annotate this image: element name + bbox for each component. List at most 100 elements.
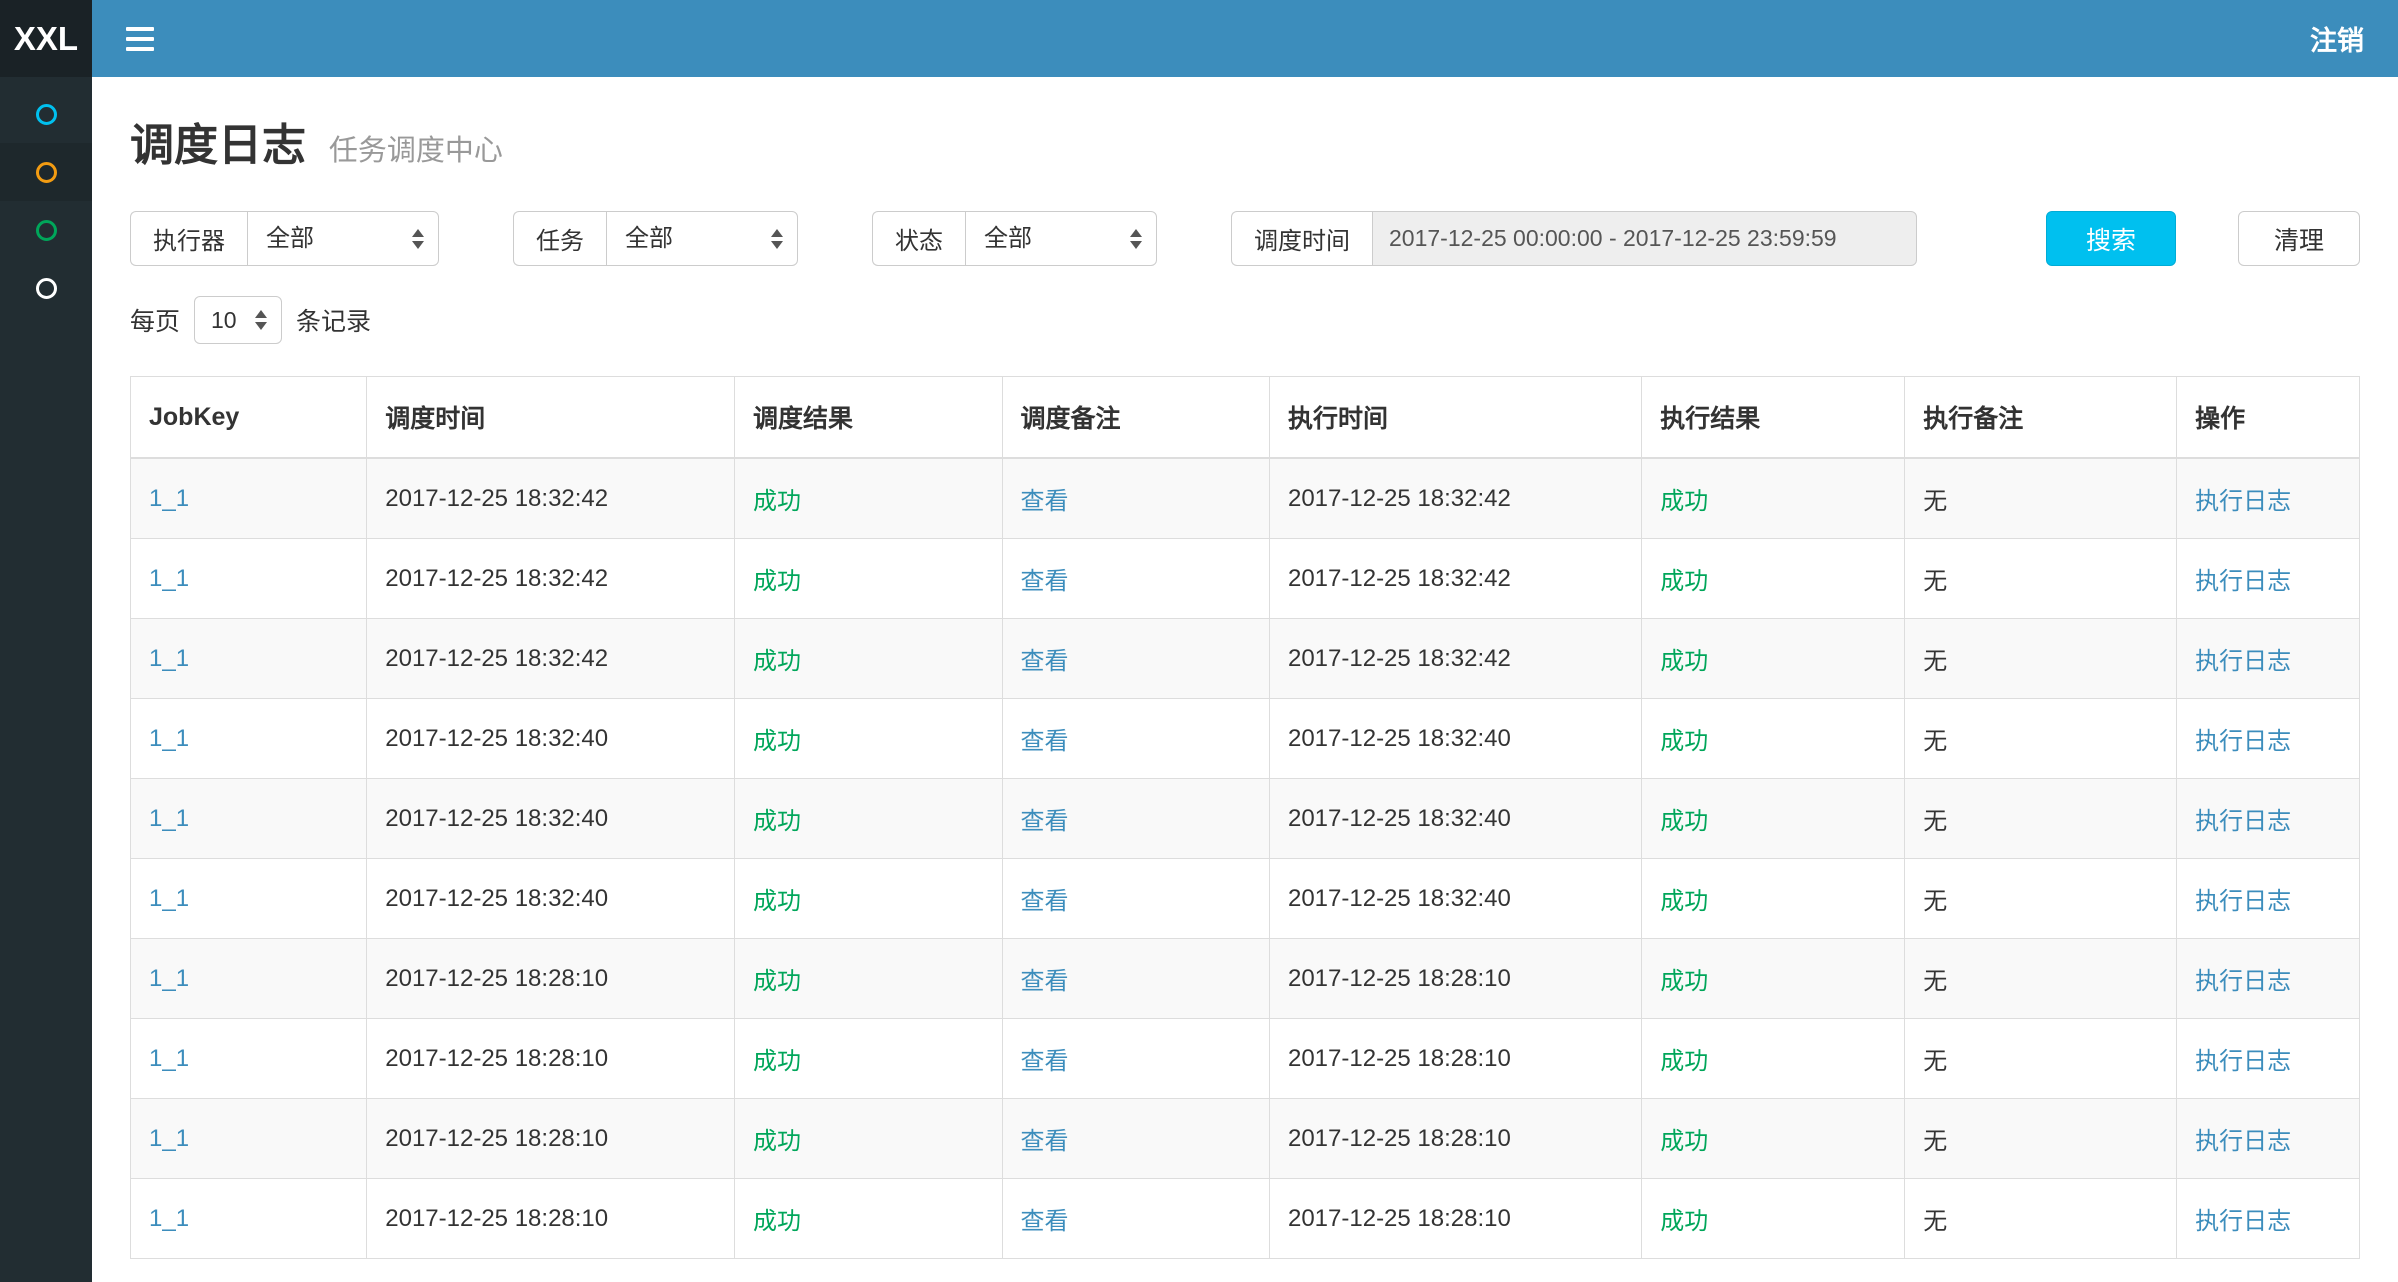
trigger-time-filter-group: 调度时间 xyxy=(1231,211,1917,266)
action-cell: 执行日志 xyxy=(2177,939,2360,1019)
execution-log-link[interactable]: 执行日志 xyxy=(2195,968,2291,995)
trigger-msg-link[interactable]: 查看 xyxy=(1021,968,1069,995)
jobkey-link[interactable]: 1_1 xyxy=(149,1205,189,1232)
trigger-time-cell: 2017-12-25 18:32:40 xyxy=(367,779,735,859)
action-cell: 执行日志 xyxy=(2177,699,2360,779)
action-cell: 执行日志 xyxy=(2177,1019,2360,1099)
page-size-suffix-label: 条记录 xyxy=(296,302,371,338)
trigger-msg-cell: 查看 xyxy=(1002,539,1269,619)
trigger-msg-cell: 查看 xyxy=(1002,779,1269,859)
jobkey-link[interactable]: 1_1 xyxy=(149,565,189,592)
trigger-time-cell: 2017-12-25 18:28:10 xyxy=(367,1179,735,1259)
trigger-msg-link[interactable]: 查看 xyxy=(1021,1208,1069,1235)
page-subtitle: 任务调度中心 xyxy=(329,135,503,167)
jobkey-link[interactable]: 1_1 xyxy=(149,1045,189,1072)
execution-log-link[interactable]: 执行日志 xyxy=(2195,888,2291,915)
table-row: 1_1 2017-12-25 18:28:10 成功 查看 2017-12-25… xyxy=(131,1179,2360,1259)
table-row: 1_1 2017-12-25 18:28:10 成功 查看 2017-12-25… xyxy=(131,1099,2360,1179)
handle-time-cell: 2017-12-25 18:28:10 xyxy=(1269,1019,1641,1099)
trigger-msg-link[interactable]: 查看 xyxy=(1021,1128,1069,1155)
trigger-msg-link[interactable]: 查看 xyxy=(1021,568,1069,595)
column-header-8: 操作 xyxy=(2177,377,2360,459)
handle-msg-cell: 无 xyxy=(1905,779,2177,859)
execution-log-link[interactable]: 执行日志 xyxy=(2195,648,2291,675)
sidebar-item-3[interactable] xyxy=(0,201,92,259)
trigger-result-cell: 成功 xyxy=(735,859,1002,939)
trigger-result-cell: 成功 xyxy=(735,1099,1002,1179)
trigger-msg-link[interactable]: 查看 xyxy=(1021,488,1069,515)
execution-log-link[interactable]: 执行日志 xyxy=(2195,488,2291,515)
trigger-time-cell: 2017-12-25 18:28:10 xyxy=(367,1099,735,1179)
handle-result-cell: 成功 xyxy=(1642,1179,1905,1259)
trigger-time-range-input[interactable] xyxy=(1372,211,1917,266)
trigger-msg-cell: 查看 xyxy=(1002,619,1269,699)
execution-log-link[interactable]: 执行日志 xyxy=(2195,1048,2291,1075)
trigger-time-cell: 2017-12-25 18:32:40 xyxy=(367,859,735,939)
page-size-select-wrap: 10 xyxy=(194,296,282,344)
handle-msg-cell: 无 xyxy=(1905,539,2177,619)
execution-log-link[interactable]: 执行日志 xyxy=(2195,808,2291,835)
table-body: 1_1 2017-12-25 18:32:42 成功 查看 2017-12-25… xyxy=(131,458,2360,1259)
handle-result-cell: 成功 xyxy=(1642,939,1905,1019)
jobkey-link[interactable]: 1_1 xyxy=(149,485,189,512)
sidebar-item-2[interactable] xyxy=(0,143,92,201)
trigger-msg-link[interactable]: 查看 xyxy=(1021,888,1069,915)
sidebar-item-4[interactable] xyxy=(0,259,92,317)
hamburger-icon xyxy=(126,27,154,51)
jobkey-cell: 1_1 xyxy=(131,859,367,939)
handle-msg-cell: 无 xyxy=(1905,1019,2177,1099)
dispatch-log-table: JobKey调度时间调度结果调度备注执行时间执行结果执行备注操作 1_1 201… xyxy=(130,376,2360,1259)
executor-select[interactable]: 全部 xyxy=(247,211,439,266)
execution-log-link[interactable]: 执行日志 xyxy=(2195,568,2291,595)
execution-log-link[interactable]: 执行日志 xyxy=(2195,1128,2291,1155)
handle-time-cell: 2017-12-25 18:32:40 xyxy=(1269,699,1641,779)
page-size-select[interactable]: 10 xyxy=(194,296,282,344)
page-size-prefix-label: 每页 xyxy=(130,302,180,338)
trigger-msg-link[interactable]: 查看 xyxy=(1021,728,1069,755)
app-logo[interactable]: XXL xyxy=(0,0,92,77)
execution-log-link[interactable]: 执行日志 xyxy=(2195,728,2291,755)
jobkey-link[interactable]: 1_1 xyxy=(149,645,189,672)
handle-time-cell: 2017-12-25 18:32:40 xyxy=(1269,779,1641,859)
table-row: 1_1 2017-12-25 18:32:42 成功 查看 2017-12-25… xyxy=(131,458,2360,539)
handle-msg-cell: 无 xyxy=(1905,1179,2177,1259)
handle-result-cell: 成功 xyxy=(1642,539,1905,619)
action-cell: 执行日志 xyxy=(2177,779,2360,859)
clean-button[interactable]: 清理 xyxy=(2238,211,2360,266)
trigger-result-cell: 成功 xyxy=(735,458,1002,539)
action-cell: 执行日志 xyxy=(2177,458,2360,539)
circle-icon xyxy=(36,104,57,125)
jobkey-link[interactable]: 1_1 xyxy=(149,1125,189,1152)
search-button[interactable]: 搜索 xyxy=(2046,211,2176,266)
execution-log-link[interactable]: 执行日志 xyxy=(2195,1208,2291,1235)
jobkey-cell: 1_1 xyxy=(131,1019,367,1099)
handle-result-cell: 成功 xyxy=(1642,458,1905,539)
main-content: 调度日志 任务调度中心 执行器 全部 任务 全部 状态 xyxy=(92,77,2398,1282)
sidebar-toggle-button[interactable] xyxy=(126,27,154,51)
trigger-msg-cell: 查看 xyxy=(1002,458,1269,539)
table-row: 1_1 2017-12-25 18:32:42 成功 查看 2017-12-25… xyxy=(131,619,2360,699)
trigger-msg-link[interactable]: 查看 xyxy=(1021,808,1069,835)
handle-msg-cell: 无 xyxy=(1905,939,2177,1019)
job-select[interactable]: 全部 xyxy=(606,211,798,266)
trigger-time-cell: 2017-12-25 18:28:10 xyxy=(367,939,735,1019)
handle-time-cell: 2017-12-25 18:32:42 xyxy=(1269,539,1641,619)
trigger-time-cell: 2017-12-25 18:32:42 xyxy=(367,539,735,619)
table-row: 1_1 2017-12-25 18:32:40 成功 查看 2017-12-25… xyxy=(131,779,2360,859)
jobkey-cell: 1_1 xyxy=(131,1179,367,1259)
trigger-result-cell: 成功 xyxy=(735,1179,1002,1259)
jobkey-link[interactable]: 1_1 xyxy=(149,725,189,752)
jobkey-link[interactable]: 1_1 xyxy=(149,965,189,992)
page-title: 调度日志 xyxy=(130,121,306,170)
jobkey-link[interactable]: 1_1 xyxy=(149,805,189,832)
sidebar-item-1[interactable] xyxy=(0,85,92,143)
status-select[interactable]: 全部 xyxy=(965,211,1157,266)
filter-bar: 执行器 全部 任务 全部 状态 全部 xyxy=(130,211,2360,266)
handle-time-cell: 2017-12-25 18:32:40 xyxy=(1269,859,1641,939)
trigger-msg-link[interactable]: 查看 xyxy=(1021,1048,1069,1075)
jobkey-link[interactable]: 1_1 xyxy=(149,885,189,912)
handle-result-cell: 成功 xyxy=(1642,699,1905,779)
logout-link[interactable]: 注销 xyxy=(2310,19,2364,58)
trigger-msg-link[interactable]: 查看 xyxy=(1021,648,1069,675)
job-filter-group: 任务 全部 xyxy=(513,211,798,266)
